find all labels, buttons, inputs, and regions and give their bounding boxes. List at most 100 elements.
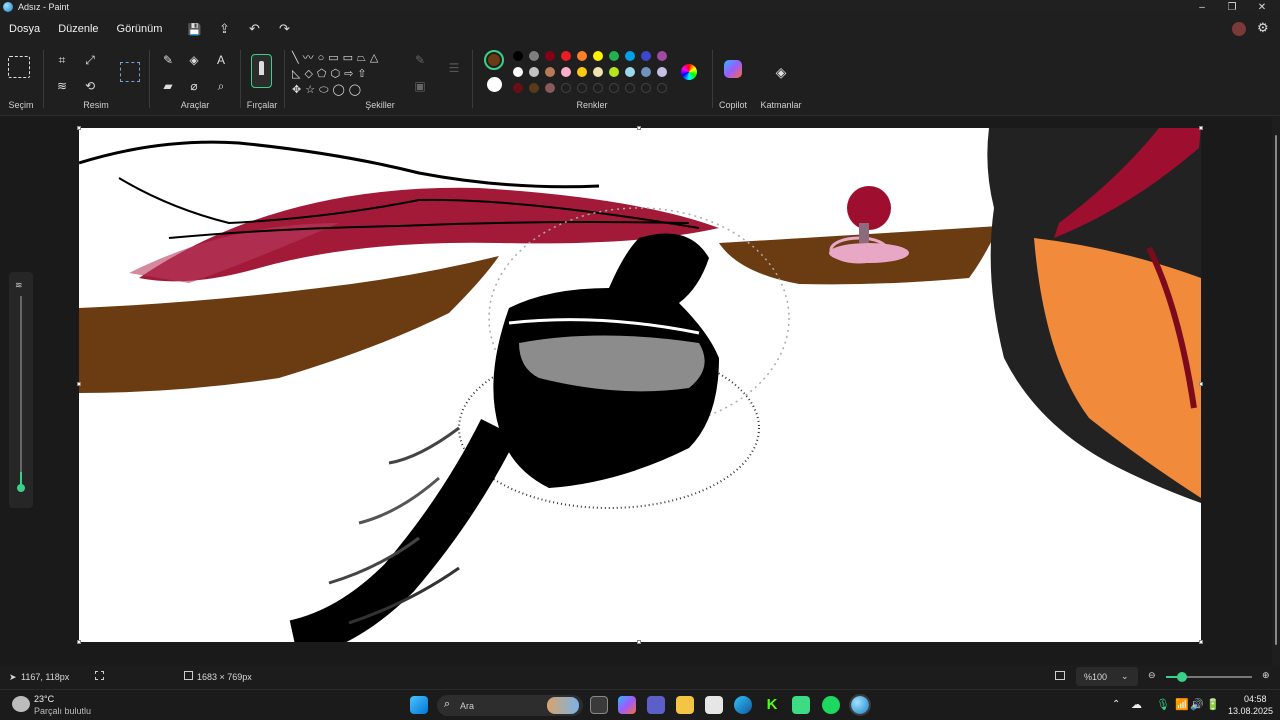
teams-icon[interactable]: [647, 696, 665, 714]
android-icon[interactable]: [792, 696, 810, 714]
shape-fill-icon[interactable]: ▣: [410, 76, 430, 96]
color-picker-icon[interactable]: ⌀: [184, 76, 204, 96]
minimize-button[interactable]: –: [1187, 0, 1217, 14]
menu-file[interactable]: Dosya: [0, 14, 49, 44]
copilot-icon[interactable]: [724, 60, 742, 78]
resize-handle-bl[interactable]: [77, 640, 81, 644]
onedrive-icon[interactable]: ☁: [1131, 698, 1142, 711]
color-swatch[interactable]: [593, 83, 603, 93]
edge-icon[interactable]: [734, 696, 752, 714]
pencil-icon[interactable]: ✎: [158, 50, 178, 70]
color-swatch[interactable]: [641, 67, 651, 77]
color-swatch[interactable]: [625, 51, 635, 61]
image-select-icon[interactable]: [120, 62, 140, 82]
resize-icon[interactable]: ⤢: [80, 50, 100, 70]
color-swatch[interactable]: [561, 51, 571, 61]
resize-handle-l[interactable]: [77, 382, 81, 386]
color-swatch[interactable]: [529, 67, 539, 77]
text-icon[interactable]: A: [211, 50, 231, 70]
brush-size-slider[interactable]: ≋: [9, 272, 33, 508]
color-swatch[interactable]: [513, 51, 523, 61]
color-swatch[interactable]: [577, 67, 587, 77]
resize-handle-br[interactable]: [1199, 640, 1203, 644]
primary-color-button[interactable]: [484, 50, 504, 70]
color-swatch[interactable]: [561, 83, 571, 93]
color-swatch[interactable]: [657, 83, 667, 93]
clock-time[interactable]: 04:58: [1244, 694, 1267, 704]
share-icon[interactable]: ⇪: [209, 21, 239, 37]
color-swatch[interactable]: [545, 67, 555, 77]
undo-icon[interactable]: ↶: [239, 21, 269, 37]
select-tool-icon[interactable]: [8, 56, 30, 78]
shape-size-icon[interactable]: ☰: [444, 58, 464, 78]
color-swatch[interactable]: [625, 67, 635, 77]
color-swatch[interactable]: [561, 67, 571, 77]
zoom-in-icon[interactable]: ⊕: [1262, 670, 1270, 681]
zoom-slider[interactable]: [1166, 672, 1252, 682]
clock-date[interactable]: 13.08.2025: [1228, 706, 1273, 716]
secondary-color-button[interactable]: [487, 77, 502, 92]
fit-to-window-icon[interactable]: [1055, 671, 1065, 680]
redo-icon[interactable]: ↷: [269, 21, 299, 37]
color-swatch[interactable]: [609, 67, 619, 77]
color-swatch[interactable]: [625, 83, 635, 93]
account-icon[interactable]: [1232, 22, 1246, 36]
maximize-button[interactable]: ❐: [1217, 0, 1247, 14]
color-swatch[interactable]: [529, 51, 539, 61]
color-swatch[interactable]: [577, 83, 587, 93]
microphone-icon[interactable]: 🎙: [1156, 698, 1170, 711]
kick-icon[interactable]: K: [763, 696, 781, 714]
fill-icon[interactable]: ◈: [184, 50, 204, 70]
shapes-gallery[interactable]: ╲〰○▭▭⏢△ ◺◇⬠⬡⇨⇧ ✥☆⬭◯◯: [292, 50, 398, 98]
color-swatch[interactable]: [593, 51, 603, 61]
tray-chevron-icon[interactable]: ⌃: [1112, 699, 1120, 710]
spotify-icon[interactable]: [822, 696, 840, 714]
volume-icon[interactable]: 🔊: [1190, 698, 1204, 711]
resize-handle-b[interactable]: [637, 640, 641, 644]
menu-edit[interactable]: Düzenle: [49, 14, 107, 44]
resize-handle-t[interactable]: [637, 126, 641, 130]
magnifier-icon[interactable]: ⌕: [211, 76, 231, 96]
resize-handle-tl[interactable]: [77, 126, 81, 130]
save-icon[interactable]: 💾: [179, 23, 209, 36]
edit-colors-icon[interactable]: [681, 64, 697, 80]
close-button[interactable]: ✕: [1247, 0, 1277, 14]
color-swatch[interactable]: [545, 83, 555, 93]
color-swatch[interactable]: [609, 51, 619, 61]
color-swatch[interactable]: [657, 67, 667, 77]
color-swatch[interactable]: [577, 51, 587, 61]
layers-icon[interactable]: ◈: [771, 62, 791, 82]
color-swatch[interactable]: [641, 83, 651, 93]
color-swatch[interactable]: [657, 51, 667, 61]
resize-handle-tr[interactable]: [1199, 126, 1203, 130]
settings-icon[interactable]: ⚙: [1257, 20, 1269, 36]
start-icon[interactable]: [410, 696, 428, 714]
drawing-canvas[interactable]: [79, 128, 1201, 642]
battery-icon[interactable]: 🔋: [1206, 698, 1220, 711]
search-box[interactable]: ⌕ Ara: [437, 695, 583, 716]
vertical-scrollbar[interactable]: [1272, 117, 1280, 665]
menu-view[interactable]: Görünüm: [108, 14, 172, 44]
copilot-taskbar-icon[interactable]: [618, 696, 636, 714]
paint-taskbar-icon[interactable]: [849, 694, 871, 716]
crop-icon[interactable]: ⌗: [52, 50, 72, 70]
color-swatch[interactable]: [513, 67, 523, 77]
file-explorer-icon[interactable]: [676, 696, 694, 714]
color-swatch[interactable]: [641, 51, 651, 61]
store-icon[interactable]: [705, 696, 723, 714]
resize-handle-r[interactable]: [1199, 382, 1203, 386]
shape-outline-icon[interactable]: ✎: [410, 50, 430, 70]
task-view-icon[interactable]: [590, 696, 608, 714]
rotate-icon[interactable]: ⟲: [80, 76, 100, 96]
color-swatch[interactable]: [545, 51, 555, 61]
zoom-dropdown[interactable]: %100 ⌄: [1076, 667, 1138, 686]
zoom-out-icon[interactable]: ⊖: [1148, 670, 1156, 681]
brush-icon[interactable]: [251, 54, 272, 88]
wifi-icon[interactable]: 📶: [1175, 698, 1189, 711]
color-swatch[interactable]: [609, 83, 619, 93]
color-swatch[interactable]: [529, 83, 539, 93]
color-swatch[interactable]: [513, 83, 523, 93]
remove-background-icon[interactable]: ≋: [52, 76, 72, 96]
weather-icon[interactable]: [12, 696, 30, 712]
eraser-icon[interactable]: ▰: [158, 76, 178, 96]
